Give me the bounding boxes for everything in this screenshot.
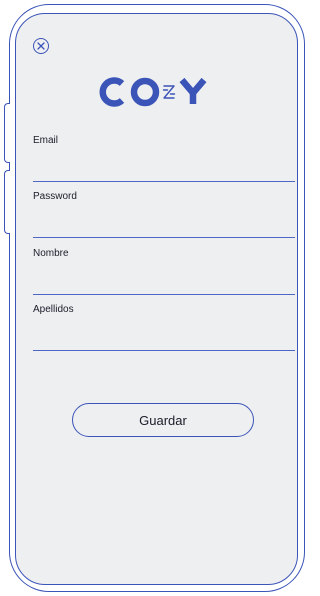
nombre-field[interactable]	[33, 270, 295, 295]
close-button[interactable]	[33, 38, 49, 54]
email-label: Email	[33, 135, 59, 146]
close-circle-icon	[37, 42, 45, 50]
email-field-group: Email	[33, 135, 295, 182]
apellidos-label: Apellidos	[33, 304, 74, 315]
apellidos-field[interactable]	[33, 326, 295, 351]
app-screen: Email Password Nombre Apellidos Guardar	[15, 13, 298, 585]
password-field-group: Password	[33, 191, 295, 238]
phone-side-button-lower	[4, 170, 10, 234]
nombre-field-group: Nombre	[33, 248, 295, 295]
apellidos-field-group: Apellidos	[33, 304, 295, 351]
email-field[interactable]	[33, 157, 295, 182]
phone-side-button-upper	[4, 103, 10, 163]
save-button[interactable]: Guardar	[72, 403, 254, 437]
cozy-logo	[99, 77, 206, 107]
nombre-label: Nombre	[33, 248, 69, 259]
password-field[interactable]	[33, 213, 295, 238]
app-logo	[16, 74, 297, 114]
password-label: Password	[33, 191, 77, 202]
